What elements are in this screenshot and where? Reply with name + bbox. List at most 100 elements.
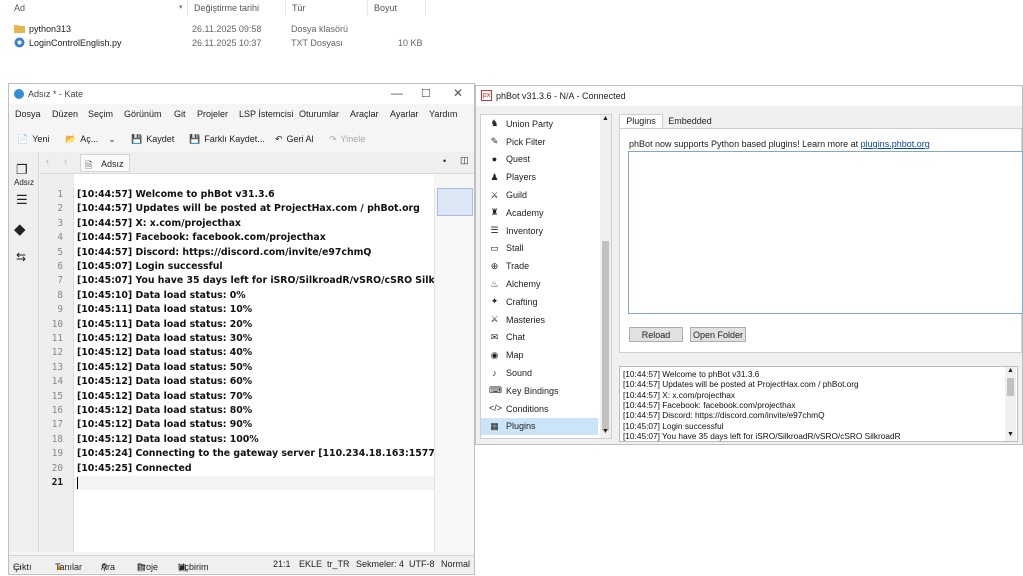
minimap-viewport[interactable] xyxy=(437,188,473,216)
new-button[interactable]: 📄 Yeni xyxy=(17,128,49,150)
editor-line[interactable]: [10:45:12] Data load status: 30% xyxy=(77,332,252,346)
column-header-name[interactable]: Ad xyxy=(0,0,188,16)
editor-line[interactable]: [10:45:11] Data load status: 10% xyxy=(77,303,252,317)
scroll-thumb[interactable] xyxy=(602,241,609,431)
text-editor[interactable]: [10:44:57] Welcome to phBot v31.3.6 [10:4… xyxy=(74,188,466,552)
editor-line[interactable]: [10:45:11] Data load status: 20% xyxy=(77,318,252,332)
nav-item-quest[interactable]: ● Quest xyxy=(489,151,605,169)
redo-button[interactable]: ↷ Yinele xyxy=(329,128,365,150)
tab-next-icon[interactable]: › xyxy=(64,156,67,166)
menu-item-dosya[interactable]: Dosya xyxy=(15,109,41,119)
nav-item-label: Union Party xyxy=(506,118,554,129)
menu-item-duzen[interactable]: Düzen xyxy=(52,109,78,119)
editor-line[interactable]: [10:45:12] Data load status: 60% xyxy=(77,375,252,389)
save-as-button[interactable]: 💾 Farklı Kaydet... xyxy=(189,128,265,150)
file-row[interactable]: python313 26.11.2025 09:58 Dosya klasörü xyxy=(14,22,434,36)
editor-line[interactable]: [10:44:57] X: x.com/projecthax xyxy=(77,217,241,231)
input-mode[interactable]: EKLE xyxy=(299,559,322,569)
editor-line[interactable]: [10:45:24] Connecting to the gateway ser… xyxy=(77,447,446,461)
editor-line[interactable]: [10:45:12] Data load status: 90% xyxy=(77,418,252,432)
nav-item-map[interactable]: ◉ Map xyxy=(489,346,605,364)
reload-button[interactable]: Reload xyxy=(629,327,683,342)
column-header-type[interactable]: Tür xyxy=(286,0,368,16)
plugins-panel: phBot now supports Python based plugins!… xyxy=(619,128,1023,353)
save-button[interactable]: 💾 Kaydet xyxy=(131,128,174,150)
minimize-icon[interactable]: — xyxy=(391,86,403,100)
nav-item-stall[interactable]: ▭ Stall xyxy=(489,240,605,258)
plugins-list[interactable] xyxy=(628,151,1023,314)
encoding[interactable]: UTF-8 xyxy=(409,559,435,569)
column-header-size[interactable]: Boyut xyxy=(368,0,426,16)
nav-item-crafting[interactable]: ✦ Crafting xyxy=(489,293,605,311)
dictionary-language[interactable]: tr_TR xyxy=(327,559,350,569)
editor-line[interactable]: [10:45:25] Connected xyxy=(77,462,192,476)
editor-line[interactable]: [10:44:57] Welcome to phBot v31.3.6 xyxy=(77,188,275,202)
close-icon[interactable]: ✕ xyxy=(453,86,463,100)
menu-item-gorunum[interactable]: Görünüm xyxy=(124,109,162,119)
editor-line[interactable]: [10:45:07] You have 35 days left for iSR… xyxy=(77,274,466,288)
editor-line[interactable]: [10:45:12] Data load status: 40% xyxy=(77,346,252,360)
menu-item-secim[interactable]: Seçim xyxy=(88,109,113,119)
nav-item-sound[interactable]: ♪ Sound xyxy=(489,364,605,382)
scroll-up-icon[interactable]: ▲ xyxy=(1007,367,1014,374)
editor-line[interactable]: [10:44:57] Discord: https://discord.com/… xyxy=(77,246,371,260)
tab-plugins[interactable]: Plugins xyxy=(619,114,663,128)
maximize-icon[interactable]: ☐ xyxy=(421,87,431,100)
menu-item-lsp[interactable]: LSP İstemcisi xyxy=(239,109,293,119)
tab-adsiz[interactable]: 🗎 Adsız xyxy=(80,154,130,172)
menu-item-ayarlar[interactable]: Ayarlar xyxy=(390,109,418,119)
nav-item-plugins[interactable]: ▦ Plugins xyxy=(481,417,598,436)
nav-item-inventory[interactable]: ☰ Inventory xyxy=(489,222,605,240)
tab-prev-icon[interactable]: ‹ xyxy=(46,156,49,166)
nav-item-players[interactable]: ♟ Players xyxy=(489,168,605,186)
nav-item-masteries[interactable]: ⚔ Masteries xyxy=(489,311,605,329)
menu-item-projeler[interactable]: Projeler xyxy=(197,109,228,119)
symbols-icon[interactable]: ⇆ xyxy=(16,250,26,264)
nav-item-conditions[interactable]: </> Conditions xyxy=(489,400,605,418)
editor-line[interactable]: [10:45:07] Login successful xyxy=(77,260,223,274)
file-row[interactable]: LoginControlEnglish.py 26.11.2025 10:37 … xyxy=(14,36,434,50)
nav-item-chat[interactable]: ✉ Chat xyxy=(489,329,605,347)
editor-line[interactable]: [10:45:12] Data load status: 80% xyxy=(77,404,252,418)
menu-item-git[interactable]: Git xyxy=(174,109,186,119)
scroll-down-icon[interactable]: ▼ xyxy=(1007,431,1014,438)
sort-chevron-icon[interactable]: ▾ xyxy=(179,3,183,11)
scroll-down-icon[interactable]: ▼ xyxy=(602,428,609,435)
editor-line[interactable]: [10:45:12] Data load status: 70% xyxy=(77,390,252,404)
editor-line[interactable]: [10:45:10] Data load status: 0% xyxy=(77,289,246,303)
log-box[interactable]: [10:44:57] Welcome to phBot v31.3.6 [10:4… xyxy=(619,366,1018,442)
tab-embedded[interactable]: Embedded xyxy=(665,115,715,128)
nav-item-trade[interactable]: ⊕ Trade xyxy=(489,257,605,275)
scroll-thumb[interactable] xyxy=(1007,378,1014,396)
editor-line[interactable]: [10:45:12] Data load status: 50% xyxy=(77,361,252,375)
scroll-up-icon[interactable]: ▲ xyxy=(602,115,609,122)
nav-item-key-bindings[interactable]: ⌨ Key Bindings xyxy=(489,382,605,400)
nav-scrollbar[interactable]: ▲ ▼ xyxy=(600,115,611,438)
open-button[interactable]: 📂 Aç... ⌄ xyxy=(65,128,116,150)
nav-item-alchemy[interactable]: ♨ Alchemy xyxy=(489,275,605,293)
nav-item-union-party[interactable]: ♞ Union Party xyxy=(489,115,605,133)
indent-settings[interactable]: Sekmeler: 4 xyxy=(356,559,404,569)
log-scrollbar[interactable]: ▲ ▼ xyxy=(1005,367,1016,441)
editor-line[interactable]: [10:44:57] Updates will be posted at Pro… xyxy=(77,202,420,216)
syntax-mode[interactable]: Normal xyxy=(441,559,470,569)
split-view-icon[interactable]: ◫ xyxy=(460,155,469,166)
open-folder-button[interactable]: Open Folder xyxy=(690,327,746,342)
undo-button[interactable]: ↶ Geri Al xyxy=(275,128,314,150)
menu-item-oturumlar[interactable]: Oturumlar xyxy=(299,109,339,119)
cursor-position[interactable]: 21:1 xyxy=(273,559,291,569)
pin-icon[interactable]: • xyxy=(443,156,446,166)
editor-line[interactable]: [10:44:57] Facebook: facebook.com/projec… xyxy=(77,231,326,245)
plugins-link[interactable]: plugins.phbot.org xyxy=(861,139,930,149)
column-header-date[interactable]: Değiştirme tarihi xyxy=(188,0,286,16)
documents-icon[interactable]: ❐ xyxy=(16,162,28,178)
git-icon[interactable]: ◆ xyxy=(14,220,26,238)
editor-line[interactable]: [10:45:12] Data load status: 100% xyxy=(77,433,259,447)
projects-icon[interactable]: ☰ xyxy=(16,192,28,208)
nav-item-pick-filter[interactable]: ✎ Pick Filter xyxy=(489,133,605,151)
nav-item-academy[interactable]: ♜ Academy xyxy=(489,204,605,222)
menu-item-araclar[interactable]: Araçlar xyxy=(350,109,379,119)
minimap[interactable] xyxy=(434,188,474,552)
menu-item-yardim[interactable]: Yardım xyxy=(429,109,457,119)
nav-item-guild[interactable]: ⚔ Guild xyxy=(489,186,605,204)
